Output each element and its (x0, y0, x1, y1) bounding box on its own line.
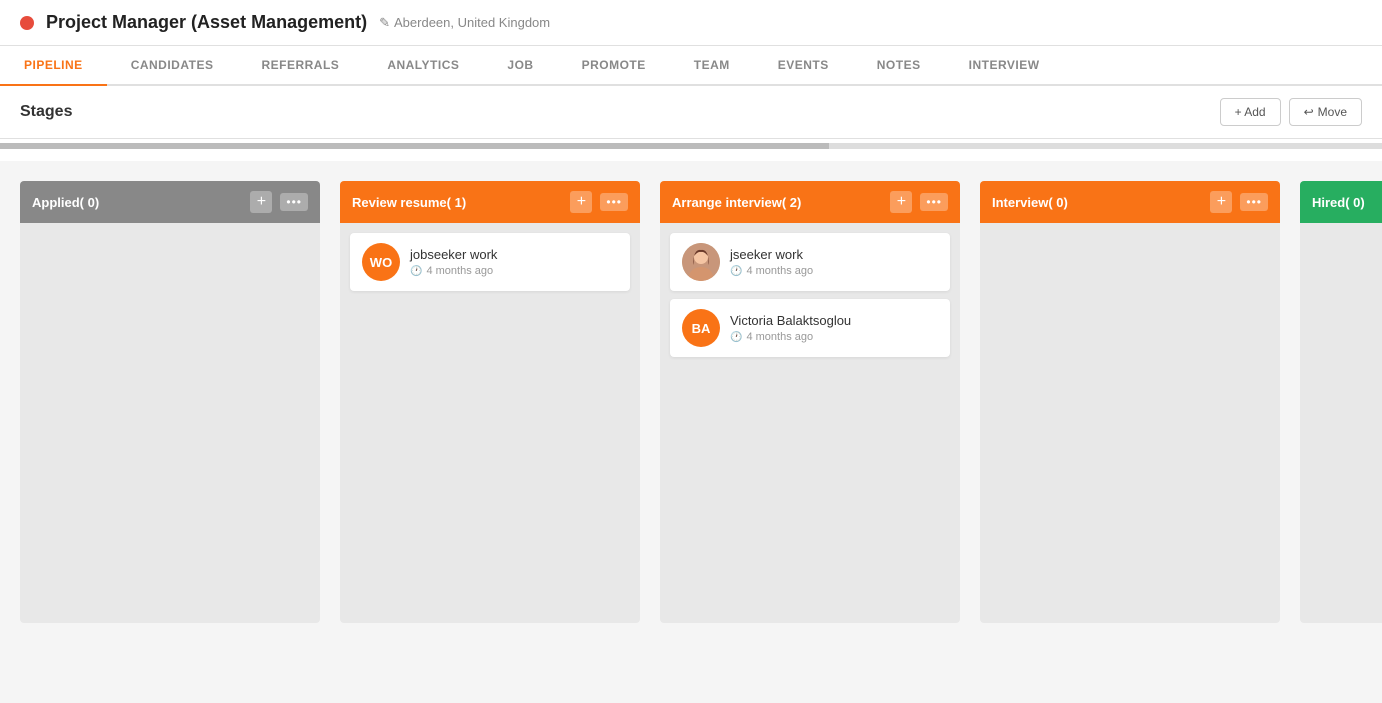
clock-icon-c1 (410, 265, 422, 277)
stage-options-arrange-interview[interactable]: ••• (920, 193, 948, 211)
stages-header: Stages + Add ↩ Move (0, 86, 1382, 139)
page-header: Project Manager (Asset Management) Aberd… (0, 0, 1382, 46)
candidate-time-c3: 4 months ago (730, 331, 938, 343)
avatar-c1: WO (362, 243, 400, 281)
page-title: Project Manager (Asset Management) (46, 12, 367, 33)
status-dot (20, 16, 34, 30)
candidate-info-c2: jseeker work 4 months ago (730, 247, 938, 277)
stages-actions: + Add ↩ Move (1220, 98, 1362, 126)
stage-header-interview: Interview( 0) + ••• (980, 181, 1280, 223)
candidate-time-c1: 4 months ago (410, 265, 618, 277)
stage-body-applied (20, 223, 320, 623)
stage-label-applied: Applied( 0) (32, 195, 99, 210)
stage-column-interview: Interview( 0) + ••• (980, 181, 1280, 623)
stage-add-applied[interactable]: + (250, 191, 272, 213)
stage-add-review-resume[interactable]: + (570, 191, 592, 213)
tab-bar: PIPELINE CANDIDATES REFERRALS ANALYTICS … (0, 46, 1382, 86)
candidate-card-c2[interactable]: jseeker work 4 months ago (670, 233, 950, 291)
clock-icon-c3 (730, 331, 742, 343)
stage-options-review-resume[interactable]: ••• (600, 193, 628, 211)
stage-options-applied[interactable]: ••• (280, 193, 308, 211)
stage-header-arrange-interview: Arrange interview( 2) + ••• (660, 181, 960, 223)
tab-pipeline[interactable]: PIPELINE (0, 46, 107, 86)
candidate-name-c2: jseeker work (730, 247, 938, 262)
stage-body-arrange-interview: jseeker work 4 months ago BA Victoria Ba… (660, 223, 960, 623)
move-icon: ↩ (1304, 105, 1314, 119)
stage-column-review-resume: Review resume( 1) + ••• WO jobseeker wor… (340, 181, 640, 623)
stage-body-interview (980, 223, 1280, 623)
stage-add-interview[interactable]: + (1210, 191, 1232, 213)
tab-interview[interactable]: INTERVIEW (945, 46, 1064, 86)
stage-header-actions-review-resume: + ••• (570, 191, 628, 213)
tab-candidates[interactable]: CANDIDATES (107, 46, 238, 86)
clock-icon-c2 (730, 265, 742, 277)
stage-header-applied: Applied( 0) + ••• (20, 181, 320, 223)
scrollbar-thumb (0, 143, 829, 149)
tab-promote[interactable]: PROMOTE (558, 46, 670, 86)
tab-notes[interactable]: NOTES (853, 46, 945, 86)
tab-job[interactable]: JOB (483, 46, 557, 86)
candidate-card-c3[interactable]: BA Victoria Balaktsoglou 4 months ago (670, 299, 950, 357)
add-button[interactable]: + Add (1220, 98, 1281, 126)
tab-analytics[interactable]: ANALYTICS (363, 46, 483, 86)
candidate-card-c1[interactable]: WO jobseeker work 4 months ago (350, 233, 630, 291)
stage-column-hired: Hired( 0) + ••• (1300, 181, 1382, 623)
stage-header-actions-interview: + ••• (1210, 191, 1268, 213)
candidate-name-c1: jobseeker work (410, 247, 618, 262)
stage-label-review-resume: Review resume( 1) (352, 195, 466, 210)
tab-events[interactable]: EVENTS (754, 46, 853, 86)
stage-header-actions-applied: + ••• (250, 191, 308, 213)
stage-options-interview[interactable]: ••• (1240, 193, 1268, 211)
tab-team[interactable]: TEAM (670, 46, 754, 86)
pencil-icon (379, 15, 390, 31)
candidate-name-c3: Victoria Balaktsoglou (730, 313, 938, 328)
tab-referrals[interactable]: REFERRALS (237, 46, 363, 86)
move-button[interactable]: ↩ Move (1289, 98, 1362, 126)
job-location: Aberdeen, United Kingdom (379, 15, 550, 31)
stage-column-applied: Applied( 0) + ••• (20, 181, 320, 623)
stage-header-actions-arrange-interview: + ••• (890, 191, 948, 213)
stage-label-interview: Interview( 0) (992, 195, 1068, 210)
pipeline-container: Applied( 0) + ••• Review resume( 1) + ••… (0, 161, 1382, 703)
scrollbar-track[interactable] (0, 143, 1382, 149)
stage-header-review-resume: Review resume( 1) + ••• (340, 181, 640, 223)
stage-add-arrange-interview[interactable]: + (890, 191, 912, 213)
stages-title: Stages (20, 103, 72, 121)
avatar-c2 (682, 243, 720, 281)
avatar-c3: BA (682, 309, 720, 347)
stage-body-hired (1300, 223, 1382, 623)
stage-column-arrange-interview: Arrange interview( 2) + ••• (660, 181, 960, 623)
stage-header-hired: Hired( 0) + ••• (1300, 181, 1382, 223)
stage-label-hired: Hired( 0) (1312, 195, 1365, 210)
stage-body-review-resume: WO jobseeker work 4 months ago (340, 223, 640, 623)
candidate-info-c3: Victoria Balaktsoglou 4 months ago (730, 313, 938, 343)
candidate-info-c1: jobseeker work 4 months ago (410, 247, 618, 277)
candidate-time-c2: 4 months ago (730, 265, 938, 277)
stage-label-arrange-interview: Arrange interview( 2) (672, 195, 801, 210)
